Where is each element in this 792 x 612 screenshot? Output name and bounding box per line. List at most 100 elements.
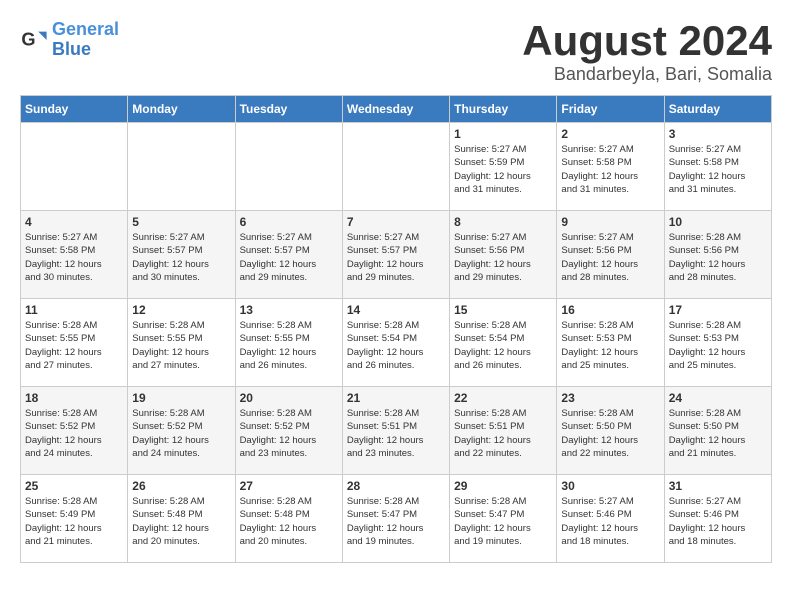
day-number: 24 [669,391,767,405]
header-sunday: Sunday [21,96,128,123]
month-title: August 2024 [522,20,772,62]
table-row: 8 Sunrise: 5:27 AMSunset: 5:56 PMDaylight… [450,211,557,299]
calendar-week-row: 25Sunrise: 5:28 AMSunset: 5:49 PMDayligh… [21,475,772,563]
day-number: 16 [561,303,659,317]
table-row: 13 Sunrise: 5:28 AMSunset: 5:55 PMDayligh… [235,299,342,387]
table-row: 11 Sunrise: 5:28 AMSunset: 5:55 PMDayligh… [21,299,128,387]
table-row: 18 Sunrise: 5:28 AMSunset: 5:52 PMDayligh… [21,387,128,475]
day-info: Sunrise: 5:27 AMSunset: 5:56 PMDaylight:… [454,231,552,284]
day-number: 28 [347,479,445,493]
day-number: 6 [240,215,338,229]
day-info: Sunrise: 5:28 AMSunset: 5:53 PMDaylight:… [561,319,659,372]
day-info: Sunrise: 5:28 AMSunset: 5:54 PMDaylight:… [347,319,445,372]
header-friday: Friday [557,96,664,123]
table-row: 6 Sunrise: 5:27 AMSunset: 5:57 PMDaylight… [235,211,342,299]
table-row: 14 Sunrise: 5:28 AMSunset: 5:54 PMDayligh… [342,299,449,387]
table-row: 9 Sunrise: 5:27 AMSunset: 5:56 PMDaylight… [557,211,664,299]
table-row: 10Sunrise: 5:28 AMSunset: 5:56 PMDayligh… [664,211,771,299]
day-info: Sunrise: 5:28 AMSunset: 5:52 PMDaylight:… [132,407,230,460]
table-row [235,123,342,211]
day-info: Sunrise: 5:28 AMSunset: 5:53 PMDaylight:… [669,319,767,372]
table-row: 5Sunrise: 5:27 AMSunset: 5:57 PMDaylight… [128,211,235,299]
day-info: Sunrise: 5:28 AMSunset: 5:50 PMDaylight:… [669,407,767,460]
table-row: 15Sunrise: 5:28 AMSunset: 5:54 PMDayligh… [450,299,557,387]
table-row: 4 Sunrise: 5:27 AMSunset: 5:58 PMDaylight… [21,211,128,299]
day-number: 12 [132,303,230,317]
day-info: Sunrise: 5:28 AMSunset: 5:51 PMDaylight:… [454,407,552,460]
day-number: 19 [132,391,230,405]
day-number: 31 [669,479,767,493]
table-row: 28 Sunrise: 5:28 AMSunset: 5:47 PMDayligh… [342,475,449,563]
day-number: 7 [347,215,445,229]
day-number: 20 [240,391,338,405]
day-number: 29 [454,479,552,493]
header-thursday: Thursday [450,96,557,123]
day-number: 18 [25,391,123,405]
day-number: 26 [132,479,230,493]
table-row [21,123,128,211]
table-row: 23Sunrise: 5:28 AMSunset: 5:50 PMDayligh… [557,387,664,475]
day-info: Sunrise: 5:27 AMSunset: 5:58 PMDaylight:… [561,143,659,196]
day-info: Sunrise: 5:28 AMSunset: 5:47 PMDaylight:… [347,495,445,548]
day-number: 23 [561,391,659,405]
title-area: August 2024 Bandarbeyla, Bari, Somalia [522,20,772,85]
table-row: 2 Sunrise: 5:27 AMSunset: 5:58 PMDaylight… [557,123,664,211]
logo: G GeneralBlue [20,20,119,60]
table-row: 29 Sunrise: 5:28 AMSunset: 5:47 PMDayligh… [450,475,557,563]
day-info: Sunrise: 5:27 AMSunset: 5:58 PMDaylight:… [25,231,123,284]
day-info: Sunrise: 5:27 AMSunset: 5:58 PMDaylight:… [669,143,767,196]
day-info: Sunrise: 5:27 AMSunset: 5:57 PMDaylight:… [240,231,338,284]
logo-text: GeneralBlue [52,20,119,60]
day-number: 27 [240,479,338,493]
header-wednesday: Wednesday [342,96,449,123]
calendar-header-row: Sunday Monday Tuesday Wednesday Thursday… [21,96,772,123]
day-number: 10 [669,215,767,229]
day-info: Sunrise: 5:28 AMSunset: 5:55 PMDaylight:… [240,319,338,372]
day-number: 8 [454,215,552,229]
day-info: Sunrise: 5:27 AMSunset: 5:46 PMDaylight:… [561,495,659,548]
day-number: 13 [240,303,338,317]
calendar-table: Sunday Monday Tuesday Wednesday Thursday… [20,95,772,563]
day-info: Sunrise: 5:27 AMSunset: 5:46 PMDaylight:… [669,495,767,548]
calendar-week-row: 18 Sunrise: 5:28 AMSunset: 5:52 PMDayligh… [21,387,772,475]
header-tuesday: Tuesday [235,96,342,123]
day-info: Sunrise: 5:28 AMSunset: 5:55 PMDaylight:… [25,319,123,372]
day-info: Sunrise: 5:28 AMSunset: 5:55 PMDaylight:… [132,319,230,372]
day-info: Sunrise: 5:27 AMSunset: 5:57 PMDaylight:… [132,231,230,284]
day-info: Sunrise: 5:28 AMSunset: 5:47 PMDaylight:… [454,495,552,548]
calendar-week-row: 1 Sunrise: 5:27 AMSunset: 5:59 PMDaylight… [21,123,772,211]
table-row: 21 Sunrise: 5:28 AMSunset: 5:51 PMDayligh… [342,387,449,475]
day-number: 1 [454,127,552,141]
table-row: 20 Sunrise: 5:28 AMSunset: 5:52 PMDayligh… [235,387,342,475]
header-saturday: Saturday [664,96,771,123]
table-row: 27 Sunrise: 5:28 AMSunset: 5:48 PMDayligh… [235,475,342,563]
location-title: Bandarbeyla, Bari, Somalia [522,64,772,85]
day-number: 2 [561,127,659,141]
table-row: 26 Sunrise: 5:28 AMSunset: 5:48 PMDayligh… [128,475,235,563]
day-number: 25 [25,479,123,493]
table-row: 16 Sunrise: 5:28 AMSunset: 5:53 PMDayligh… [557,299,664,387]
calendar-week-row: 11 Sunrise: 5:28 AMSunset: 5:55 PMDayligh… [21,299,772,387]
day-info: Sunrise: 5:27 AMSunset: 5:59 PMDaylight:… [454,143,552,196]
day-info: Sunrise: 5:28 AMSunset: 5:48 PMDaylight:… [240,495,338,548]
day-number: 14 [347,303,445,317]
day-number: 15 [454,303,552,317]
table-row: 25Sunrise: 5:28 AMSunset: 5:49 PMDayligh… [21,475,128,563]
svg-text:G: G [21,29,35,49]
day-number: 17 [669,303,767,317]
day-number: 21 [347,391,445,405]
table-row [342,123,449,211]
table-row: 30Sunrise: 5:27 AMSunset: 5:46 PMDayligh… [557,475,664,563]
table-row [128,123,235,211]
day-info: Sunrise: 5:28 AMSunset: 5:52 PMDaylight:… [240,407,338,460]
day-number: 11 [25,303,123,317]
day-number: 22 [454,391,552,405]
calendar-week-row: 4 Sunrise: 5:27 AMSunset: 5:58 PMDaylight… [21,211,772,299]
day-info: Sunrise: 5:28 AMSunset: 5:51 PMDaylight:… [347,407,445,460]
day-info: Sunrise: 5:27 AMSunset: 5:56 PMDaylight:… [561,231,659,284]
logo-icon: G [20,26,48,54]
day-info: Sunrise: 5:28 AMSunset: 5:52 PMDaylight:… [25,407,123,460]
day-info: Sunrise: 5:28 AMSunset: 5:48 PMDaylight:… [132,495,230,548]
day-number: 4 [25,215,123,229]
day-number: 9 [561,215,659,229]
